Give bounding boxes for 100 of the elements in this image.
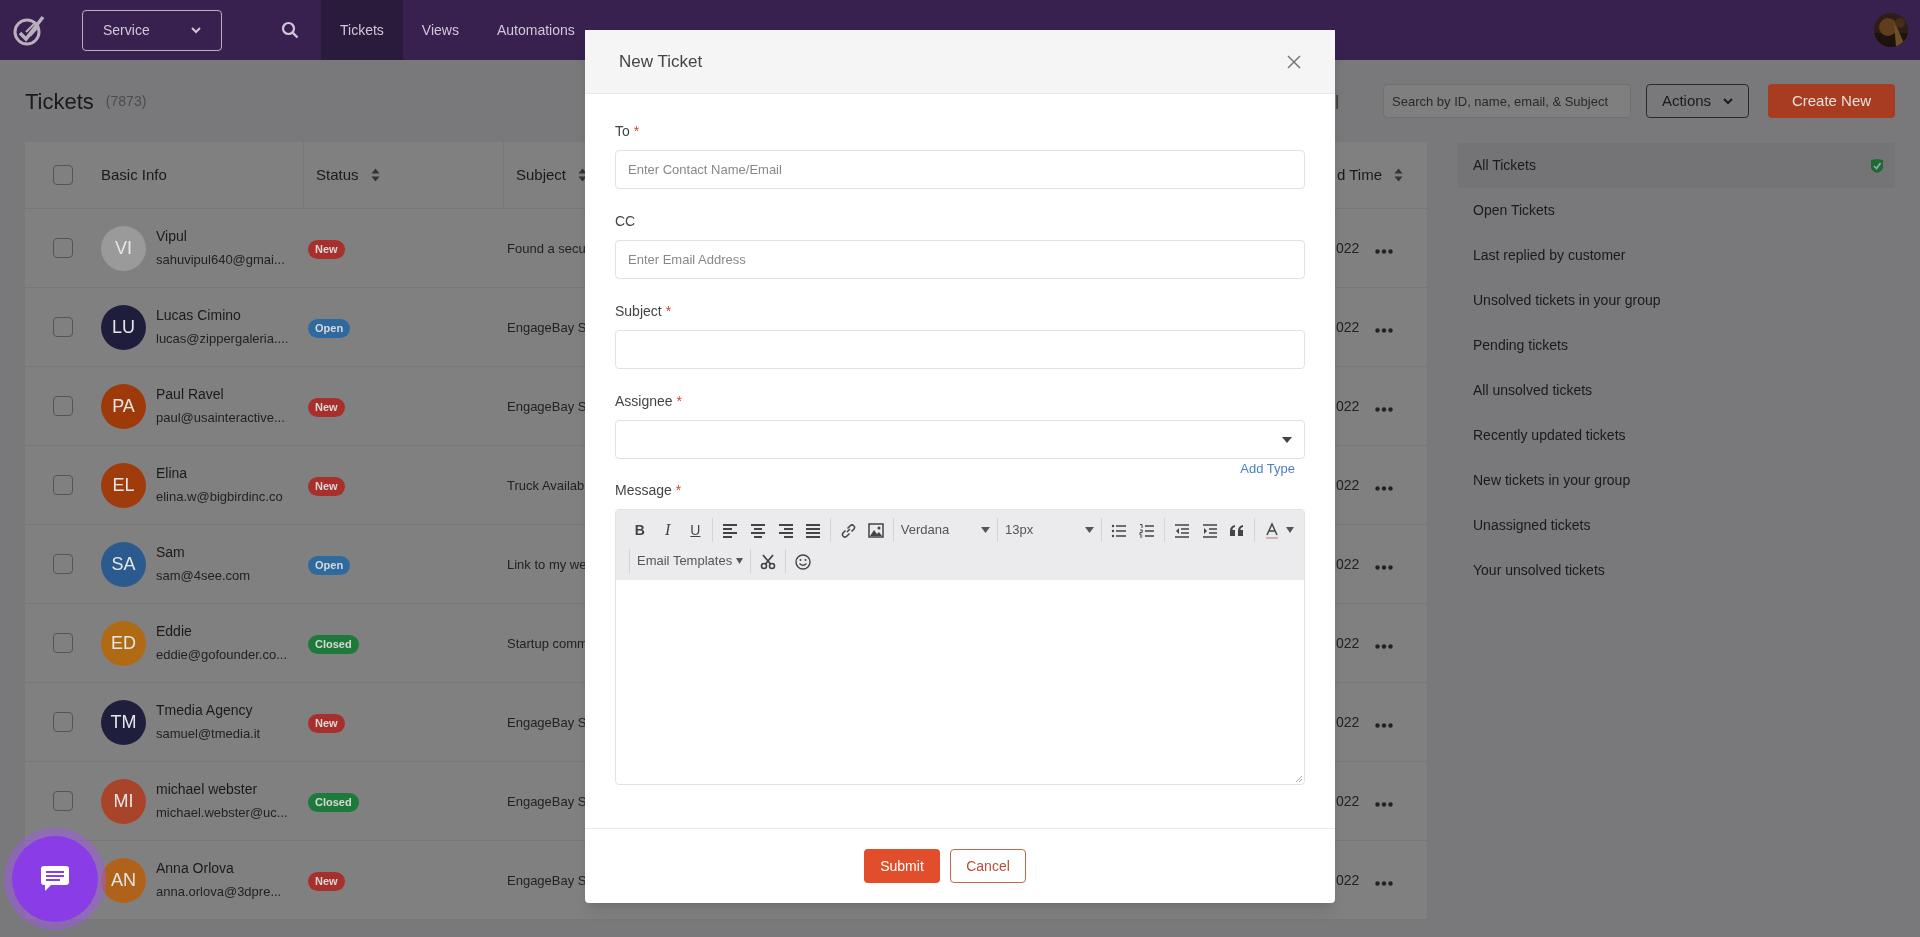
- resize-handle-icon[interactable]: [1296, 776, 1303, 783]
- dialog-title: New Ticket: [619, 50, 703, 73]
- more-icon[interactable]: [1375, 801, 1394, 807]
- search-field[interactable]: Search by ID, name, email, & Subject: [1383, 84, 1631, 118]
- status-badge: Open: [308, 319, 351, 338]
- format-button[interactable]: B: [626, 517, 654, 543]
- row-checkbox[interactable]: [53, 554, 73, 574]
- row-checkbox[interactable]: [53, 475, 73, 495]
- row-checkbox[interactable]: [53, 633, 73, 653]
- contact-name: Sam: [156, 543, 186, 563]
- module-dropdown[interactable]: Service: [82, 9, 222, 51]
- subject-text: Link to my we: [507, 557, 587, 572]
- contact-email: paul@usainteractive...: [156, 409, 285, 428]
- date-text: 022: [1336, 475, 1360, 495]
- link-icon: [840, 521, 857, 539]
- view-item[interactable]: Pending tickets: [1458, 323, 1895, 368]
- date-text: 022: [1336, 554, 1360, 574]
- row-checkbox[interactable]: [53, 712, 73, 732]
- required-mark: *: [665, 302, 672, 321]
- contact-name: Tmedia Agency: [156, 701, 254, 721]
- view-item[interactable]: New tickets in your group: [1458, 458, 1895, 503]
- more-icon[interactable]: [1375, 880, 1394, 886]
- indent-icon: [1201, 521, 1218, 539]
- select-all-checkbox[interactable]: [53, 165, 73, 185]
- search-icon[interactable]: [281, 21, 299, 39]
- align-right-icon: [777, 521, 794, 539]
- view-item[interactable]: Unsolved tickets in your group: [1458, 278, 1895, 323]
- date-text: 022: [1336, 870, 1360, 890]
- date-text: 022: [1336, 712, 1360, 732]
- cancel-button[interactable]: Cancel: [950, 849, 1026, 883]
- avatar: PA: [101, 383, 146, 429]
- view-item[interactable]: All unsolved tickets: [1458, 368, 1895, 413]
- more-icon[interactable]: [1375, 485, 1394, 491]
- more-icon[interactable]: [1375, 406, 1394, 412]
- required-mark: *: [676, 392, 683, 411]
- caret-icon: [1085, 527, 1095, 533]
- view-item[interactable]: All Tickets: [1458, 143, 1895, 188]
- more-icon[interactable]: [1375, 643, 1394, 649]
- add-type-link[interactable]: Add Type: [1240, 459, 1295, 479]
- caret-icon: [1282, 436, 1292, 443]
- date-text: 022: [1336, 396, 1360, 416]
- avatar: MI: [101, 778, 146, 824]
- chevron-down-icon: [191, 26, 201, 34]
- close-icon[interactable]: [1287, 54, 1301, 69]
- toolbar-dropdown[interactable]: Email Templates: [633, 548, 748, 574]
- column-header[interactable]: Status: [316, 163, 359, 187]
- numbered-list-icon: [1139, 521, 1155, 539]
- contact-name: Paul Ravel: [156, 385, 225, 405]
- message-editor[interactable]: B I U Verdana 13px Email Templates: [615, 509, 1305, 785]
- required-mark: *: [633, 122, 640, 141]
- more-icon[interactable]: [1375, 248, 1394, 254]
- text-field[interactable]: Enter Contact Name/Email: [615, 150, 1305, 189]
- view-item[interactable]: Recently updated tickets: [1458, 413, 1895, 458]
- contact-name: Eddie: [156, 622, 193, 642]
- field-label: CC: [615, 212, 636, 231]
- toolbar-dropdown[interactable]: 13px: [1001, 517, 1099, 543]
- view-item[interactable]: Unassigned tickets: [1458, 503, 1895, 548]
- column-header[interactable]: Subject: [516, 163, 567, 187]
- status-badge: New: [308, 477, 345, 496]
- more-icon[interactable]: [1375, 722, 1394, 728]
- status-badge: Closed: [308, 793, 359, 812]
- row-checkbox[interactable]: [53, 791, 73, 811]
- row-checkbox[interactable]: [53, 396, 73, 416]
- align-justify-icon: [805, 521, 822, 539]
- align-left-icon: [722, 521, 739, 539]
- contact-name: Vipul: [156, 227, 188, 247]
- caret-icon: [981, 527, 991, 533]
- row-checkbox[interactable]: [53, 238, 73, 258]
- contact-email: lucas@zippergaleria....: [156, 330, 289, 349]
- view-item[interactable]: Last replied by customer: [1458, 233, 1895, 278]
- contact-name: michael webster: [156, 780, 259, 800]
- more-icon[interactable]: [1375, 327, 1394, 333]
- actions-button[interactable]: Actions: [1646, 84, 1749, 118]
- submit-button[interactable]: Submit: [864, 849, 940, 883]
- toolbar-dropdown[interactable]: Verdana: [896, 517, 995, 543]
- text-field[interactable]: [615, 330, 1305, 369]
- text-color-icon: [1264, 521, 1280, 539]
- contact-name: Lucas Cimino: [156, 306, 242, 326]
- view-item[interactable]: Your unsolved tickets: [1458, 548, 1895, 593]
- row-checkbox[interactable]: [53, 317, 73, 337]
- create-new-button[interactable]: Create New: [1768, 84, 1895, 118]
- chat-icon: [40, 865, 70, 893]
- avatar: AN: [101, 857, 146, 903]
- chevron-down-icon: [1723, 97, 1734, 105]
- column-header[interactable]: Basic Info: [101, 163, 167, 187]
- format-button[interactable]: I: [653, 517, 682, 543]
- nav-tab[interactable]: Views: [402, 0, 478, 60]
- more-icon[interactable]: [1375, 564, 1394, 570]
- contact-name: Elina: [156, 464, 189, 484]
- nav-tab[interactable]: Automations: [477, 0, 594, 60]
- format-button[interactable]: U: [681, 517, 710, 543]
- caret-icon: [1285, 527, 1294, 533]
- status-badge: New: [308, 398, 345, 417]
- contact-email: sam@4see.com: [156, 567, 251, 586]
- text-field[interactable]: Enter Email Address: [615, 240, 1305, 279]
- avatar: ED: [101, 620, 146, 666]
- date-text: 022: [1336, 633, 1360, 653]
- column-header[interactable]: d Time: [1337, 163, 1382, 187]
- nav-tab[interactable]: Tickets: [321, 0, 403, 60]
- view-item[interactable]: Open Tickets: [1458, 188, 1895, 233]
